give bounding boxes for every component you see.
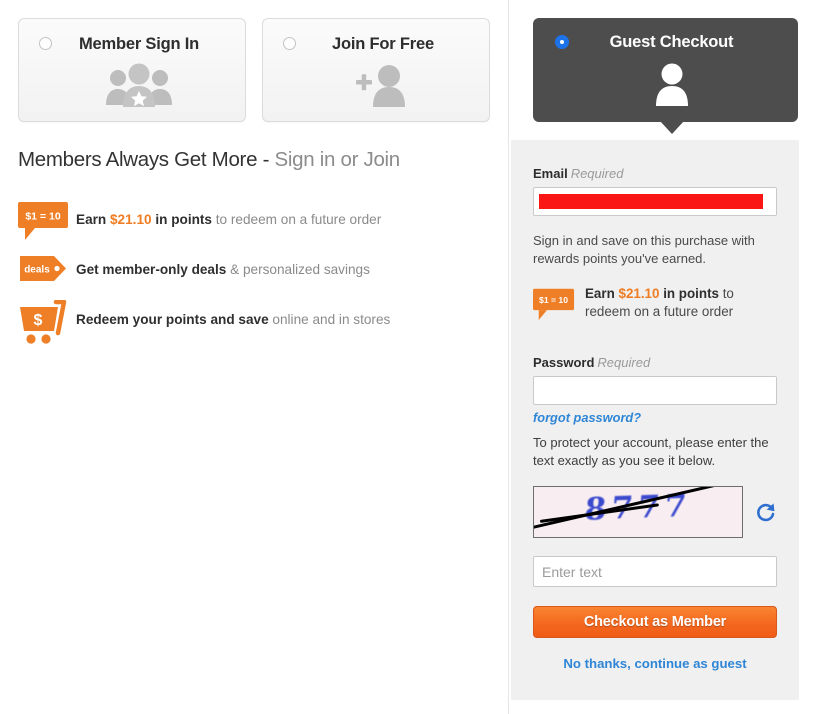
panel-benefit-earn-points: $1 = 10 Earn $21.10 in points to redeem … — [533, 285, 777, 329]
email-required-note: Required — [570, 166, 624, 181]
captcha-input[interactable] — [533, 556, 777, 588]
password-input[interactable] — [533, 375, 777, 405]
benefit-0-amount: $21.10 — [110, 212, 152, 227]
email-field-label: Email Required — [533, 166, 777, 181]
deals-tag-text: deals — [24, 265, 50, 276]
captcha-image: 8777 — [533, 486, 743, 539]
person-icon — [533, 62, 798, 106]
refresh-icon[interactable] — [755, 500, 777, 524]
member-benefits-list: $1 = 10 Earn $21.10 in points to redeem … — [18, 200, 488, 350]
tab-pointer-arrow — [659, 121, 684, 134]
tab-member-sign-in-label: Member Sign In — [78, 35, 200, 53]
benefit-member-deals: deals Get member-only deals & personaliz… — [18, 250, 488, 300]
cart-dollar-text: $ — [34, 312, 43, 329]
left-column: Member Sign In Join For Free Members Alw… — [0, 0, 508, 714]
forgot-password-link[interactable]: forgot password? — [533, 410, 641, 425]
sign-in-helper-text: Sign in and save on this purchase with r… — [533, 233, 755, 267]
promo-heading-strong: Members Always Get More - — [18, 148, 270, 171]
tab-guest-checkout-label: Guest Checkout — [609, 33, 734, 51]
email-redaction-bar — [539, 194, 763, 209]
benefit-0-tail: to redeem on a future order — [212, 212, 382, 227]
deals-tag-icon: deals — [18, 250, 74, 296]
panel-benefit-amount: $21.10 — [618, 285, 660, 301]
points-ratio-badge-icon: $1 = 10 — [533, 287, 579, 325]
right-column: Guest Checkout Email Required Sign in and… — [509, 0, 831, 714]
tab-guest-checkout[interactable]: Guest Checkout — [533, 18, 798, 134]
benefit-1-tail: & personalized savings — [226, 262, 370, 277]
panel-benefit-prefix: Earn — [585, 285, 619, 301]
benefit-2-tail: online and in stores — [268, 312, 391, 327]
tab-join-for-free-label: Join For Free — [332, 35, 434, 53]
points-ratio-badge-text: $1 = 10 — [25, 211, 60, 223]
panel-benefit-suffix: in points — [659, 285, 719, 301]
benefit-earn-points-text: Earn $21.10 in points to redeem on a fut… — [76, 200, 488, 229]
captcha-instructions: To protect your account, please enter th… — [533, 434, 769, 469]
account-option-tabs: Member Sign In Join For Free — [18, 18, 490, 122]
promo-heading: Members Always Get More - Sign in or Joi… — [18, 148, 400, 172]
benefit-0-prefix: Earn — [76, 212, 110, 227]
shopping-cart-dollar-icon: $ — [18, 299, 74, 346]
members-group-star-icon — [19, 63, 245, 107]
tab-member-sign-in[interactable]: Member Sign In — [18, 18, 246, 122]
password-label-text: Password — [533, 354, 595, 370]
panel-benefit-text: Earn $21.10 in points to redeem on a fut… — [585, 285, 770, 321]
captcha-row: 8777 — [533, 486, 777, 539]
password-block: Password Required forgot password? — [533, 355, 777, 427]
promo-heading-muted: Sign in or Join — [269, 148, 400, 171]
benefit-member-deals-text: Get member-only deals & personalized sav… — [76, 250, 488, 279]
checkout-as-member-button[interactable]: Checkout as Member — [533, 606, 777, 639]
benefit-redeem-points: $ Redeem your points and save online and… — [18, 299, 488, 350]
points-ratio-badge-icon: $1 = 10 — [18, 200, 74, 246]
password-field-label: Password Required — [533, 355, 777, 370]
benefit-1-prefix: Get member-only deals — [76, 262, 227, 277]
benefit-0-suffix: in points — [151, 212, 212, 227]
email-label-text: Email — [533, 166, 568, 181]
benefit-redeem-points-text: Redeem your points and save online and i… — [76, 300, 488, 329]
continue-as-guest-link[interactable]: No thanks, continue as guest — [533, 656, 777, 671]
benefit-earn-points: $1 = 10 Earn $21.10 in points to redeem … — [18, 200, 488, 250]
add-person-icon — [263, 63, 489, 107]
email-input[interactable] — [533, 187, 777, 216]
tab-join-for-free[interactable]: Join For Free — [262, 18, 490, 122]
password-required-note: Required — [597, 354, 651, 370]
member-sign-in-form: Email Required Sign in and save on this p… — [511, 140, 799, 700]
benefit-2-prefix: Redeem your points and save — [76, 312, 269, 327]
points-ratio-badge-text: $1 = 10 — [539, 295, 568, 305]
